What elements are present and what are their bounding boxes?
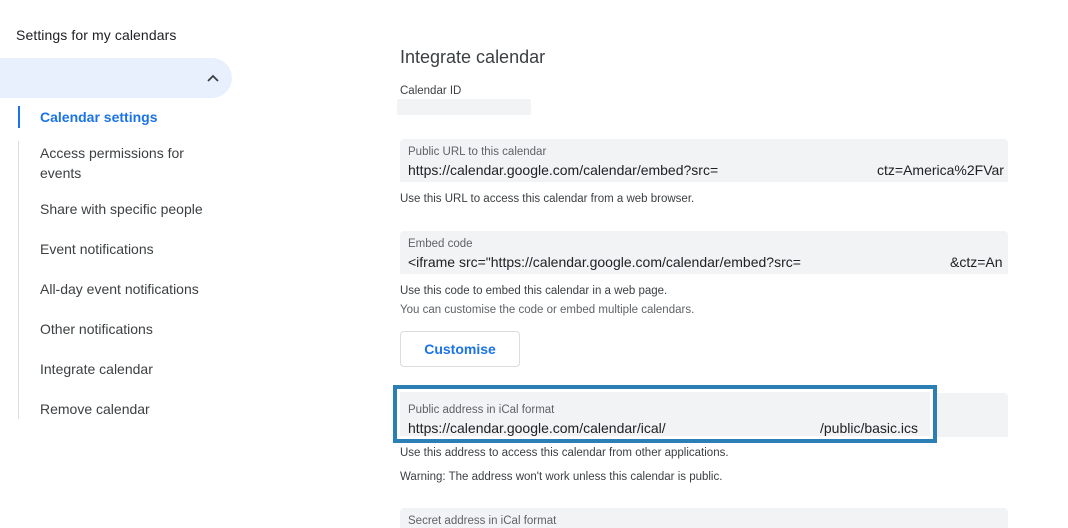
ical-field-background [937,393,1008,437]
customise-button[interactable]: Customise [400,331,520,367]
public-ical-value[interactable]: https://calendar.google.com/calendar/ica… [408,420,666,436]
chevron-up-icon[interactable] [206,71,220,85]
redacted-area [805,251,949,273]
sidebar-nav-line [18,141,19,419]
sidebar-item-calendar-settings[interactable]: Calendar settings [40,107,220,127]
sidebar-item-event-notifications[interactable]: Event notifications [40,239,220,259]
calendar-id-label: Calendar ID [400,85,462,97]
secret-ical-label: Secret address in iCal format [408,515,557,527]
embed-help-secondary: You can customise the code or embed mult… [400,304,695,316]
embed-code-value[interactable]: <iframe src="https://calendar.google.com… [408,254,801,270]
sidebar-item-integrate-calendar[interactable]: Integrate calendar [40,359,220,379]
embed-code-label: Embed code [408,238,473,250]
sidebar-item-remove-calendar[interactable]: Remove calendar [40,399,220,419]
sidebar-item-other-notifications[interactable]: Other notifications [40,319,220,339]
public-url-value[interactable]: https://calendar.google.com/calendar/emb… [408,162,718,178]
sidebar-item-access-permissions[interactable]: Access permissions for events [40,143,220,183]
sidebar-item-share-people[interactable]: Share with specific people [40,199,220,219]
integrate-calendar-section: Integrate calendar Calendar ID Public UR… [397,0,1010,528]
calendar-section-header[interactable] [0,58,232,98]
sidebar-item-all-day-notifications[interactable]: All-day event notifications [40,279,220,299]
public-url-field[interactable]: Public URL to this calendar https://cale… [400,139,1008,182]
calendar-id-value[interactable] [397,99,531,115]
secret-ical-field[interactable]: Secret address in iCal format [400,508,1008,528]
embed-help: Use this code to embed this calendar in … [400,285,668,297]
public-ical-value-end[interactable]: /public/basic.ics [820,420,918,436]
public-url-help: Use this URL to access this calendar fro… [400,193,695,205]
public-ical-field[interactable]: Public address in iCal format https://ca… [393,385,937,443]
public-ical-label: Public address in iCal format [408,404,555,416]
redacted-area [722,159,876,181]
ical-public-help: Use this address to access this calendar… [400,447,729,459]
public-url-value-end[interactable]: ctz=America%2FVar [877,162,1004,178]
active-indicator [18,106,20,128]
embed-code-value-end[interactable]: &ctz=An [950,254,1003,270]
settings-sidebar: Settings for my calendars Calendar setti… [0,0,240,524]
embed-code-field[interactable]: Embed code <iframe src="https://calendar… [400,231,1008,274]
section-title: Integrate calendar [400,47,546,67]
public-url-label: Public URL to this calendar [408,146,547,158]
ical-public-warning: Warning: The address won't work unless t… [400,471,723,483]
sidebar-title: Settings for my calendars [16,27,177,43]
